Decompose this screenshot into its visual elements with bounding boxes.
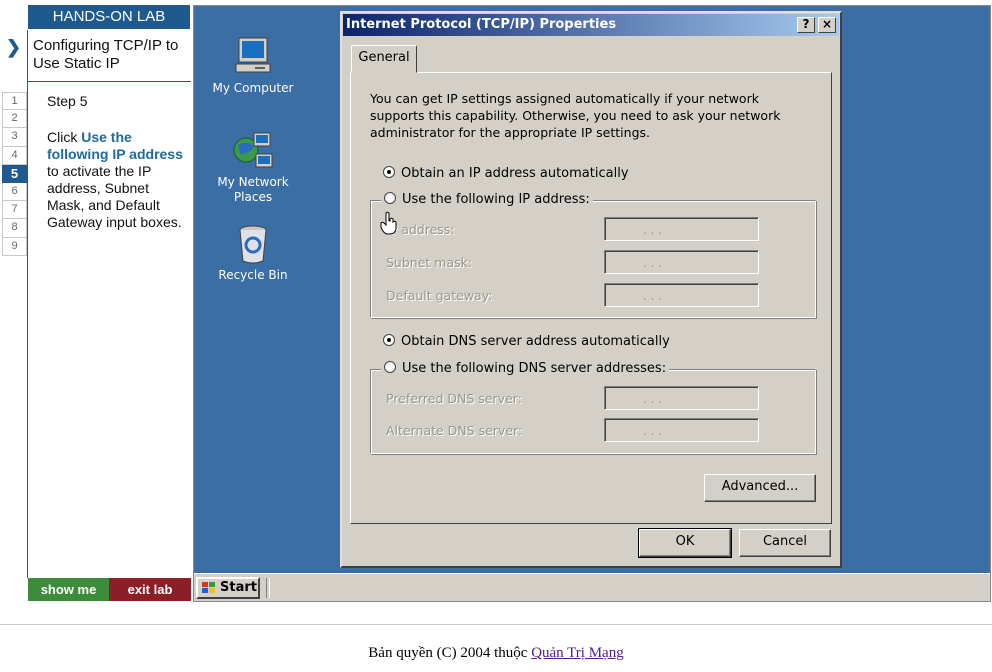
alternate-dns-field[interactable]: . . . <box>604 418 759 442</box>
desktop-icon-label: My Computer <box>212 81 294 95</box>
subnet-mask-label: Subnet mask: <box>386 255 473 270</box>
advanced-button[interactable]: Advanced... <box>704 474 816 502</box>
windows-logo-icon <box>202 582 215 593</box>
footer-divider <box>0 624 992 625</box>
step-instructions: Click Use the following IP address to ac… <box>47 129 189 231</box>
radio-dot <box>384 361 396 373</box>
ip-dots: . . . <box>643 256 663 270</box>
exit-lab-button[interactable]: exit lab <box>109 578 191 601</box>
copyright-text: Bản quyền (C) 2004 thuộc <box>368 645 532 661</box>
desktop-icon-label: My Network Places <box>217 175 289 204</box>
cancel-button[interactable]: Cancel <box>739 529 831 557</box>
ip-address-field[interactable]: . . . <box>604 217 759 241</box>
step-number[interactable]: 2 <box>2 110 27 129</box>
dialog-description: You can get IP settings assigned automat… <box>370 91 781 140</box>
lab-divider <box>27 30 28 578</box>
taskbar-separator <box>266 578 270 598</box>
step-label: Step 5 <box>47 93 88 109</box>
lab-title: Configuring TCP/IP to Use Static IP <box>33 37 179 72</box>
radio-label: Use the following DNS server addresses: <box>402 361 667 376</box>
radio-use-following-dns[interactable]: Use the following DNS server addresses: <box>381 361 670 376</box>
my-computer-icon <box>235 37 271 73</box>
step-number-current[interactable]: 5 <box>2 164 27 183</box>
alternate-dns-label: Alternate DNS server: <box>386 423 523 438</box>
step-number[interactable]: 4 <box>2 146 27 165</box>
subnet-mask-field[interactable]: . . . <box>604 250 759 274</box>
instruction-prefix: Click <box>47 129 82 145</box>
radio-label: Obtain DNS server address automatically <box>401 334 670 349</box>
step-number[interactable]: 7 <box>2 201 27 220</box>
desktop-icon-network-places[interactable]: My Network Places <box>203 130 303 205</box>
lab-header: HANDS-ON LAB <box>28 5 190 29</box>
step-number[interactable]: 9 <box>2 237 27 256</box>
step-list: 1 2 3 4 5 6 7 8 9 <box>2 92 27 256</box>
step-number[interactable]: 3 <box>2 128 27 147</box>
close-button[interactable]: × <box>818 17 836 33</box>
radio-dot <box>383 334 395 346</box>
radio-obtain-ip-auto[interactable]: Obtain an IP address automatically <box>383 166 629 181</box>
step-number[interactable]: 8 <box>2 219 27 238</box>
instruction-suffix: to activate the IP address, Subnet Mask,… <box>47 163 182 230</box>
start-button[interactable]: Start <box>196 577 260 599</box>
default-gateway-label: Default gateway: <box>386 288 493 303</box>
ip-dots: . . . <box>643 392 663 406</box>
dialog-title: Internet Protocol (TCP/IP) Properties <box>346 17 617 32</box>
radio-dot <box>383 166 395 178</box>
ok-button[interactable]: OK <box>638 528 732 558</box>
step-number[interactable]: 1 <box>2 92 27 111</box>
help-button[interactable]: ? <box>797 17 815 33</box>
footer: Bản quyền (C) 2004 thuộc Quản Trị Mạng <box>0 645 992 662</box>
taskbar: Start <box>194 573 990 601</box>
general-tab-panel: You can get IP settings assigned automat… <box>350 72 832 524</box>
lab-title-divider <box>28 81 191 82</box>
quantrimang-link[interactable]: Quản Trị Mạng <box>531 645 624 661</box>
radio-dot <box>384 192 396 204</box>
tcpip-properties-dialog: Internet Protocol (TCP/IP) Properties ? … <box>340 11 842 568</box>
ip-address-label: IP address: <box>386 222 455 237</box>
dialog-titlebar[interactable]: Internet Protocol (TCP/IP) Properties ? … <box>343 14 839 36</box>
ip-dots: . . . <box>643 424 663 438</box>
tab-general[interactable]: General <box>351 45 417 73</box>
ip-dots: . . . <box>643 289 663 303</box>
start-label: Start <box>220 580 257 595</box>
preferred-dns-field[interactable]: . . . <box>604 386 759 410</box>
desktop-icon-label: Recycle Bin <box>218 268 288 282</box>
default-gateway-field[interactable]: . . . <box>604 283 759 307</box>
step-number[interactable]: 6 <box>2 182 27 202</box>
radio-use-following-ip[interactable]: Use the following IP address: <box>381 192 593 207</box>
radio-label: Obtain an IP address automatically <box>401 166 629 181</box>
show-me-button[interactable]: show me <box>28 578 109 601</box>
radio-label: Use the following IP address: <box>402 192 590 207</box>
lab-panel: HANDS-ON LAB ❯ Configuring TCP/IP to Use… <box>0 0 193 602</box>
radio-obtain-dns-auto[interactable]: Obtain DNS server address automatically <box>383 334 670 349</box>
desktop-icon-recycle-bin[interactable]: Recycle Bin <box>203 223 303 283</box>
recycle-bin-icon <box>239 225 267 264</box>
ip-dots: . . . <box>643 223 663 237</box>
network-places-icon <box>233 132 273 168</box>
desktop-icon-my-computer[interactable]: My Computer <box>203 36 303 96</box>
chevron-right-icon: ❯ <box>6 37 22 57</box>
preferred-dns-label: Preferred DNS server: <box>386 391 522 406</box>
